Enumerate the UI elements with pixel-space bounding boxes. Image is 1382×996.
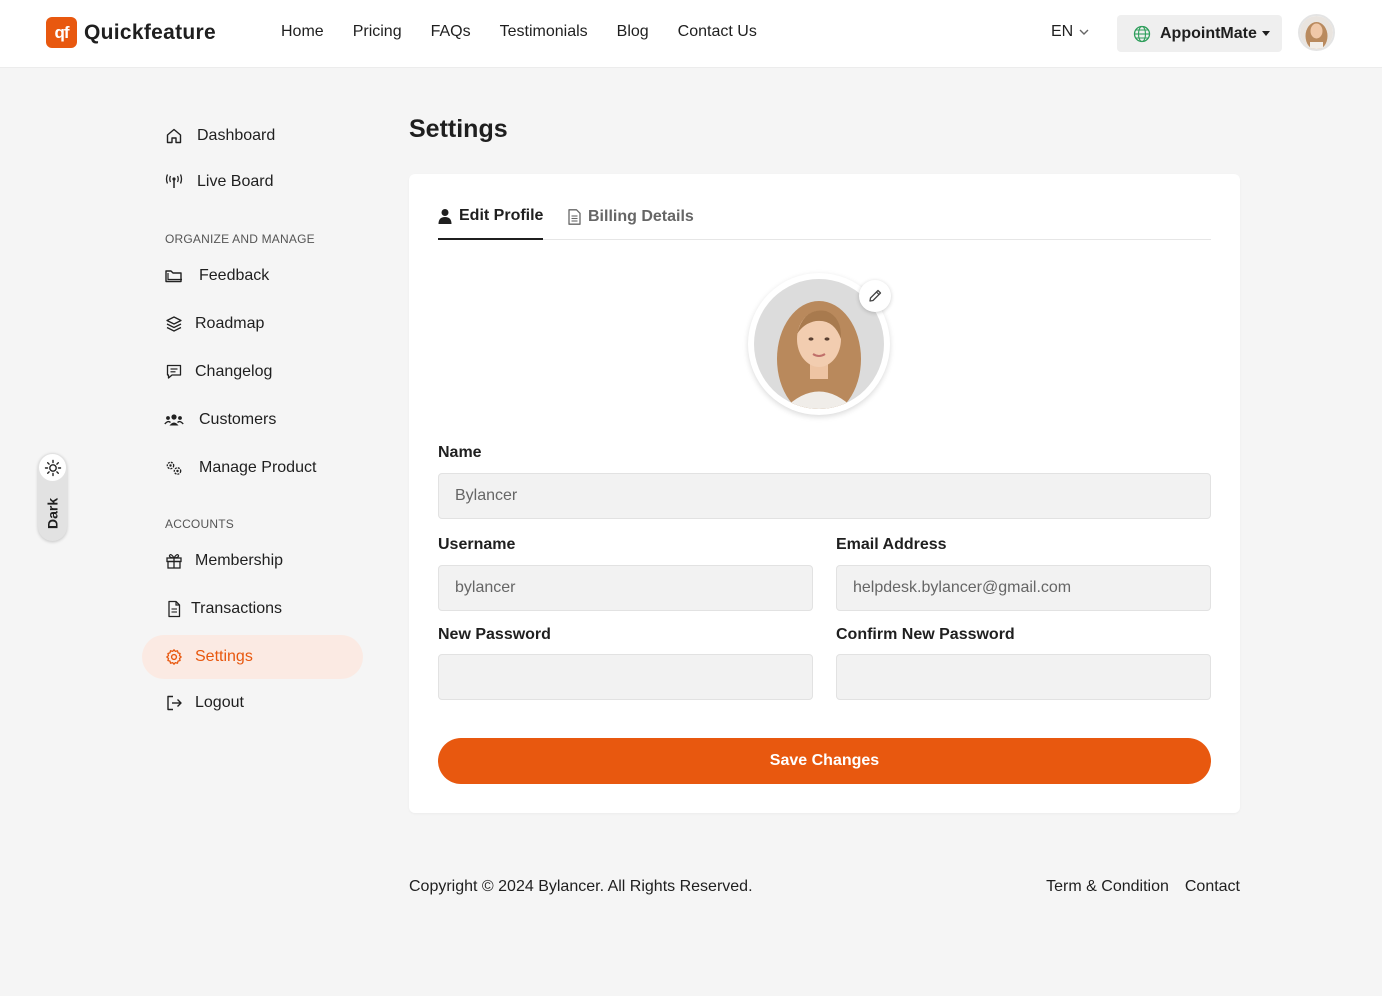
sidebar-item-dashboard[interactable]: Dashboard xyxy=(142,114,363,158)
nav-home[interactable]: Home xyxy=(281,23,324,41)
sidebar-item-changelog[interactable]: Changelog xyxy=(142,350,363,394)
message-icon xyxy=(164,362,184,382)
gift-icon xyxy=(164,551,184,571)
tab-label: Billing Details xyxy=(588,208,694,225)
nav-faqs[interactable]: FAQs xyxy=(431,23,471,41)
sidebar-section-heading: ORGANIZE AND MANAGE xyxy=(165,232,315,246)
sidebar-item-label: Transactions xyxy=(191,600,282,617)
pencil-icon xyxy=(869,289,882,302)
save-changes-button[interactable]: Save Changes xyxy=(438,738,1211,784)
chevron-down-icon xyxy=(1079,29,1089,35)
sidebar-item-label: Logout xyxy=(195,694,244,711)
sidebar-item-label: Settings xyxy=(195,648,253,665)
sidebar-item-label: Feedback xyxy=(199,267,270,284)
folder-icon xyxy=(164,266,184,286)
layers-icon xyxy=(164,314,184,334)
home-icon xyxy=(164,126,184,146)
sidebar-item-logout[interactable]: Logout xyxy=(142,681,363,725)
globe-icon xyxy=(1133,25,1151,43)
document-icon xyxy=(568,209,581,225)
new-password-field[interactable] xyxy=(438,654,813,700)
sidebar-item-customers[interactable]: Customers xyxy=(142,398,363,442)
nav-contact-us[interactable]: Contact Us xyxy=(678,23,757,41)
sidebar-item-label: Dashboard xyxy=(197,127,276,144)
gears-icon xyxy=(164,458,184,478)
sidebar-section-heading: ACCOUNTS xyxy=(165,517,234,531)
name-label: Name xyxy=(438,444,482,461)
language-label: EN xyxy=(1051,23,1074,40)
gear-icon xyxy=(164,647,184,667)
document-icon xyxy=(164,599,184,619)
username-field[interactable] xyxy=(438,565,813,611)
tab-label: Edit Profile xyxy=(459,207,544,224)
logo-mark-icon: qf xyxy=(46,17,77,48)
sidebar-item-live-board[interactable]: Live Board xyxy=(142,160,363,204)
brand-name: Quickfeature xyxy=(84,20,216,44)
name-field[interactable] xyxy=(438,473,1211,519)
sidebar-item-label: Membership xyxy=(195,552,284,569)
confirm-password-label: Confirm New Password xyxy=(836,626,1015,643)
new-password-label: New Password xyxy=(438,626,551,643)
sidebar-item-label: Customers xyxy=(199,411,277,428)
footer-link-terms[interactable]: Term & Condition xyxy=(1046,878,1169,896)
tab-edit-profile[interactable]: Edit Profile xyxy=(438,204,544,240)
nav-pricing[interactable]: Pricing xyxy=(353,23,402,41)
sidebar-item-label: Live Board xyxy=(197,173,274,190)
theme-toggle[interactable]: Dark xyxy=(38,453,67,541)
sidebar-item-roadmap[interactable]: Roadmap xyxy=(142,302,363,346)
nav-blog[interactable]: Blog xyxy=(617,23,649,41)
email-label: Email Address xyxy=(836,536,947,553)
email-field[interactable] xyxy=(836,565,1211,611)
settings-card: Edit Profile Billing Details Name Userna… xyxy=(409,174,1240,813)
sidebar-item-settings[interactable]: Settings xyxy=(142,635,363,679)
main-nav: Home Pricing FAQs Testimonials Blog Cont… xyxy=(281,23,786,41)
username-label: Username xyxy=(438,536,516,553)
settings-tabs: Edit Profile Billing Details xyxy=(438,174,1211,240)
footer-copyright: Copyright © 2024 Bylancer. All Rights Re… xyxy=(409,878,753,895)
user-icon xyxy=(438,208,452,224)
user-avatar[interactable] xyxy=(1298,14,1335,51)
broadcast-icon xyxy=(164,172,184,192)
footer-link-contact[interactable]: Contact xyxy=(1185,878,1240,896)
top-header: qf Quickfeature Home Pricing FAQs Testim… xyxy=(0,0,1382,68)
tab-billing-details[interactable]: Billing Details xyxy=(568,204,694,240)
brand-logo[interactable]: qf Quickfeature xyxy=(46,17,216,48)
page-title: Settings xyxy=(409,115,508,143)
project-switcher-button[interactable]: AppointMate xyxy=(1117,15,1282,52)
sidebar-item-transactions[interactable]: Transactions xyxy=(142,587,363,631)
theme-toggle-label: Dark xyxy=(44,497,61,529)
edit-photo-button[interactable] xyxy=(859,280,891,312)
project-label: AppointMate xyxy=(1160,24,1257,42)
footer-links: Term & Condition Contact xyxy=(1046,878,1240,896)
users-icon xyxy=(164,410,184,430)
confirm-password-field[interactable] xyxy=(836,654,1211,700)
language-selector[interactable]: EN xyxy=(1051,23,1090,41)
nav-testimonials[interactable]: Testimonials xyxy=(500,23,588,41)
sidebar-item-manage-product[interactable]: Manage Product xyxy=(142,446,363,490)
sidebar-item-feedback[interactable]: Feedback xyxy=(142,254,363,298)
sidebar-item-membership[interactable]: Membership xyxy=(142,539,363,583)
sun-icon xyxy=(39,454,66,481)
sidebar-item-label: Manage Product xyxy=(199,459,317,476)
logout-icon xyxy=(164,693,184,713)
sidebar-item-label: Changelog xyxy=(195,363,273,380)
sidebar-item-label: Roadmap xyxy=(195,315,265,332)
caret-down-icon xyxy=(1261,31,1270,36)
